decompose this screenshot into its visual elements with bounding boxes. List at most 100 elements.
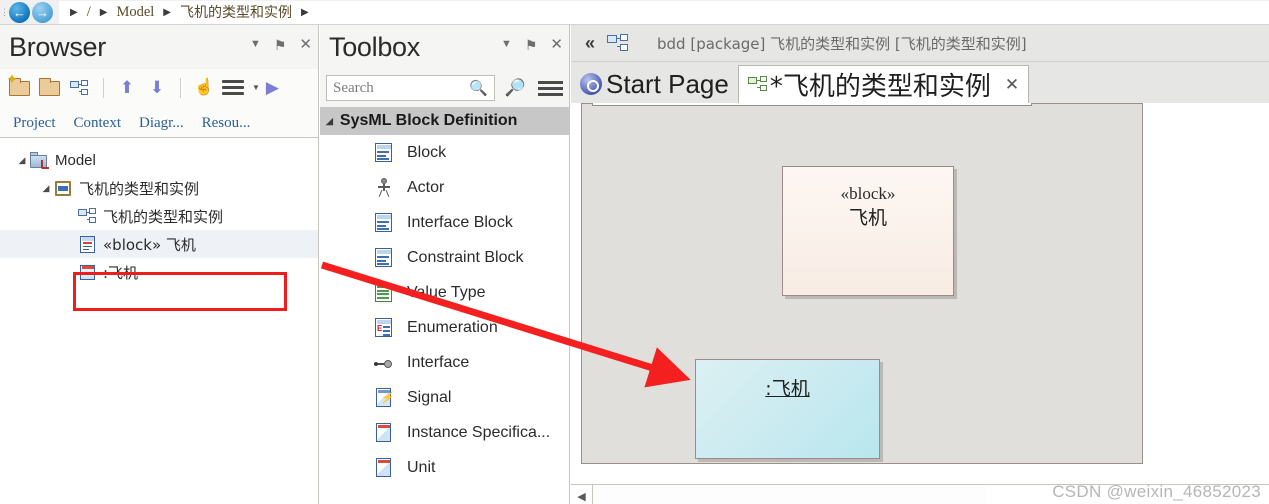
block-name: 飞机: [848, 206, 887, 229]
model-tree: ◢ Model ◢ 飞机的类型和实例 飞机的类型和实例 «block» 飞机 :…: [0, 138, 318, 501]
sidebar-item-diagrams[interactable]: Diagr...: [130, 113, 193, 137]
toolbar-divider-2: [180, 77, 181, 98]
pin-icon[interactable]: ⚑: [525, 38, 538, 52]
double-chevron-left-icon[interactable]: «: [571, 33, 607, 54]
constraint-block-icon: [374, 248, 393, 267]
start-page-icon: [580, 73, 602, 95]
application-window: ⋮ ← → ▶ / ▶ Model ▶ 飞机的类型和实例 ▶ Browser ▼…: [0, 0, 1269, 504]
editor-tabbar: Start Page *飞机的类型和实例 ✕: [571, 62, 1269, 103]
chevron-down-icon[interactable]: ▼: [501, 39, 512, 50]
toolbar-grip[interactable]: ⋮: [0, 0, 9, 25]
breadcrumb-item-package[interactable]: 飞机的类型和实例: [180, 2, 292, 22]
folder-icon[interactable]: [38, 76, 62, 100]
diagram-block-node[interactable]: «block» 飞机: [782, 166, 954, 296]
block-icon: [78, 235, 97, 253]
editor-header-bar: « bdd [package] 飞机的类型和实例 [飞机的类型和实例]: [571, 25, 1269, 62]
magnifier-gold-icon[interactable]: 🔎: [505, 78, 526, 98]
toolbox-panel: Toolbox ▼ ⚑ ✕ Search 🔍 🔎 ◢ SysML Block D…: [320, 25, 570, 504]
run-icon[interactable]: ▶: [266, 76, 290, 100]
diagram-icon: [78, 207, 97, 225]
move-up-icon[interactable]: ⬆: [115, 76, 139, 100]
toolbox-item-label: Constraint Block: [407, 248, 524, 266]
close-icon[interactable]: ✕: [1005, 75, 1019, 95]
scroll-left-arrow-icon[interactable]: ◀: [571, 484, 593, 504]
toolbox-item-label: Value Type: [407, 283, 486, 301]
diagram-frame-label-rest: [package] 飞机的类型和实例 [飞机的类型和实例]: [629, 103, 943, 104]
package-icon: [54, 180, 73, 197]
toolbox-item-label: Block: [407, 143, 447, 161]
twisty-icon[interactable]: ◢: [14, 155, 30, 166]
tab-diagram[interactable]: *飞机的类型和实例 ✕: [737, 65, 1030, 103]
tree-node-label: 飞机的类型和实例: [103, 207, 224, 226]
toolbox-item-label: Actor: [407, 178, 445, 196]
list-menu-icon[interactable]: [222, 76, 244, 100]
diagram-tree-icon[interactable]: [68, 76, 92, 100]
editor-header-title: bdd [package] 飞机的类型和实例 [飞机的类型和实例]: [657, 34, 1027, 53]
toolbox-item-signal[interactable]: ⚡ Signal: [320, 380, 569, 415]
sidebar-item-context[interactable]: Context: [65, 113, 131, 137]
new-folder-icon[interactable]: ✦: [7, 73, 32, 100]
browser-toolbar: ✦ ⬆ ⬇ ☝ ▼ ▶: [0, 69, 318, 106]
sidebar-item-project[interactable]: Project: [4, 113, 65, 137]
toolbox-item-unit[interactable]: Unit: [320, 450, 569, 485]
search-input[interactable]: Search 🔍: [326, 75, 495, 101]
tab-start-page[interactable]: Start Page: [571, 65, 738, 103]
diagram-canvas[interactable]: bdd [package] 飞机的类型和实例 [飞机的类型和实例] «block…: [571, 103, 1269, 484]
watermark: CSDN @weixin_46852023: [1052, 482, 1261, 501]
toolbar-divider-1: [103, 77, 104, 98]
toolbox-item-label: Enumeration: [407, 318, 498, 336]
twisty-icon[interactable]: ◢: [38, 183, 54, 194]
toolbox-item-instance-specification[interactable]: Instance Specifica...: [320, 415, 569, 450]
tree-node-block[interactable]: «block» 飞机: [0, 230, 318, 258]
tree-node-package[interactable]: ◢ 飞机的类型和实例: [0, 174, 318, 202]
select-pointer-icon[interactable]: ☝: [192, 76, 216, 100]
menu-caret-icon[interactable]: ▼: [252, 83, 260, 92]
block-stereotype: «block»: [840, 184, 896, 203]
block-icon: [374, 143, 393, 162]
close-icon[interactable]: ✕: [550, 37, 563, 52]
interface-block-icon: [374, 213, 393, 232]
browser-title: Browser: [9, 31, 106, 62]
diagram-icon: [747, 75, 768, 94]
interface-icon: [374, 353, 393, 372]
tree-node-instance[interactable]: :飞机: [0, 258, 318, 286]
breadcrumb-sep-1: ▶: [99, 6, 108, 18]
nav-forward-icon[interactable]: →: [32, 1, 53, 23]
sidebar-item-resources[interactable]: Resou...: [193, 113, 260, 137]
diagram-instance-node[interactable]: :飞机: [695, 359, 880, 459]
chevron-down-icon[interactable]: ▼: [250, 39, 261, 50]
toolbox-item-interface[interactable]: Interface: [320, 345, 569, 380]
unit-icon: [374, 458, 393, 477]
toolbox-item-label: Interface Block: [407, 213, 513, 231]
breadcrumb-bar: ⋮ ← → ▶ / ▶ Model ▶ 飞机的类型和实例 ▶: [0, 0, 1269, 25]
tree-node-model[interactable]: ◢ Model: [0, 146, 318, 174]
pin-icon[interactable]: ⚑: [274, 38, 287, 52]
toolbox-item-enumeration[interactable]: E Enumeration: [320, 310, 569, 345]
breadcrumb-item-model[interactable]: Model: [116, 4, 154, 21]
value-type-icon: [374, 283, 393, 302]
toolbox-panel-controls: ▼ ⚑ ✕: [501, 37, 563, 52]
editor-area: « bdd [package] 飞机的类型和实例 [飞机的类型和实例] Star…: [571, 25, 1269, 504]
twisty-icon[interactable]: ◢: [326, 116, 333, 127]
nav-back-icon[interactable]: ←: [9, 1, 30, 23]
toolbox-item-interface-block[interactable]: Interface Block: [320, 205, 569, 240]
toolbox-item-block[interactable]: Block: [320, 135, 569, 170]
move-down-icon[interactable]: ⬇: [145, 76, 169, 100]
breadcrumb-sep-0: ▶: [70, 6, 78, 18]
search-placeholder: Search: [333, 79, 374, 96]
actor-icon: [374, 178, 393, 198]
search-icon[interactable]: 🔍: [469, 79, 488, 97]
toolbox-menu-icon[interactable]: [538, 80, 563, 96]
toolbox-item-value-type[interactable]: Value Type: [320, 275, 569, 310]
tree-node-diagram[interactable]: 飞机的类型和实例: [0, 202, 318, 230]
scrollbar-thumb[interactable]: [593, 485, 987, 504]
instance-specification-icon: [374, 423, 393, 442]
toolbox-item-label: Signal: [407, 388, 452, 406]
toolbox-group-sysml-block-definition[interactable]: ◢ SysML Block Definition: [320, 107, 569, 135]
toolbox-item-constraint-block[interactable]: Constraint Block: [320, 240, 569, 275]
breadcrumb-sep-3: ▶: [301, 6, 309, 18]
toolbox-item-actor[interactable]: Actor: [320, 170, 569, 205]
close-icon[interactable]: ✕: [299, 37, 312, 52]
diagram-frame-label: bdd [package] 飞机的类型和实例 [飞机的类型和实例]: [592, 103, 1032, 106]
tree-node-label: 飞机的类型和实例: [79, 179, 200, 198]
